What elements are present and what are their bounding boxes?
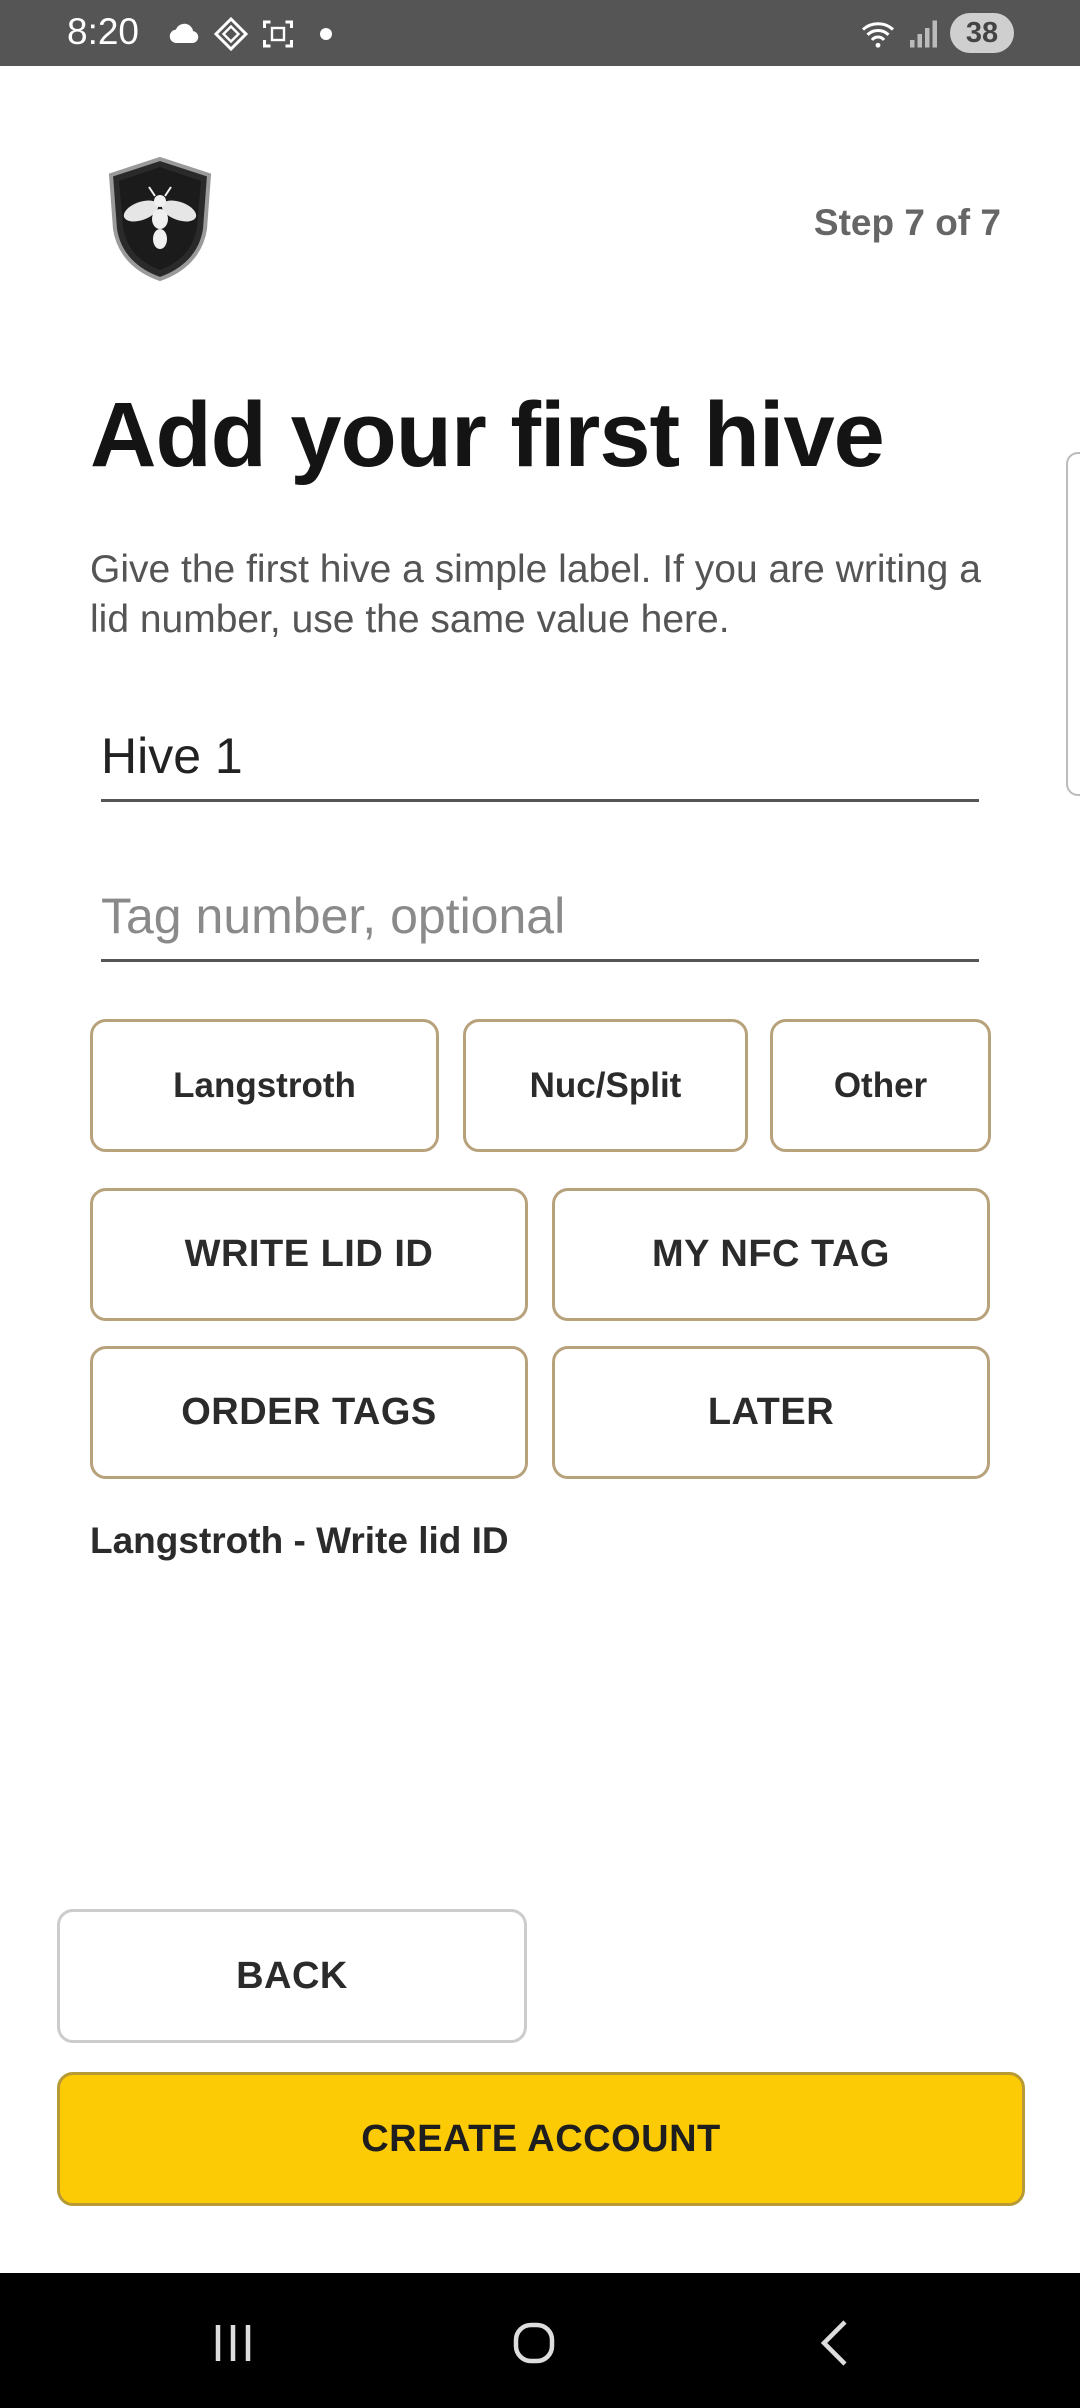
my-nfc-tag-button[interactable]: MY NFC TAG <box>552 1188 990 1321</box>
back-icon[interactable] <box>796 2303 876 2383</box>
hive-name-input[interactable] <box>101 712 979 802</box>
battery-indicator: 38 <box>950 13 1014 53</box>
status-bar: 8:20 38 <box>0 0 1080 66</box>
screen: 8:20 38 Step 7 of 7 Add your first hive … <box>0 0 1080 2408</box>
screenshot-icon <box>258 14 298 54</box>
wifi-icon <box>858 14 898 54</box>
cloud-icon <box>164 14 204 54</box>
write-lid-id-button[interactable]: WRITE LID ID <box>90 1188 528 1321</box>
tag-number-input[interactable] <box>101 872 979 962</box>
page-title: Add your first hive <box>90 384 885 486</box>
system-navigation-bar <box>0 2273 1080 2408</box>
order-tags-button[interactable]: ORDER TAGS <box>90 1346 528 1479</box>
signal-icon <box>902 14 942 54</box>
back-button[interactable]: BACK <box>57 1909 527 2043</box>
edge-panel-handle[interactable] <box>1066 452 1080 796</box>
status-time: 8:20 <box>67 11 140 52</box>
bee-shield-logo <box>105 155 215 283</box>
hive-type-langstroth-button[interactable]: Langstroth <box>90 1019 439 1152</box>
hive-type-other-button[interactable]: Other <box>770 1019 991 1152</box>
nfc-chip-icon <box>211 14 251 54</box>
selection-summary: Langstroth - Write lid ID <box>90 1520 509 1561</box>
step-indicator: Step 7 of 7 <box>813 202 1001 243</box>
create-account-button[interactable]: CREATE ACCOUNT <box>57 2072 1025 2206</box>
recents-icon[interactable] <box>193 2303 273 2383</box>
notification-dot-icon <box>306 14 346 54</box>
later-button[interactable]: LATER <box>552 1346 990 1479</box>
home-icon[interactable] <box>494 2303 574 2383</box>
page-description: Give the first hive a simple label. If y… <box>90 548 981 641</box>
hive-type-nuc-split-button[interactable]: Nuc/Split <box>463 1019 748 1152</box>
